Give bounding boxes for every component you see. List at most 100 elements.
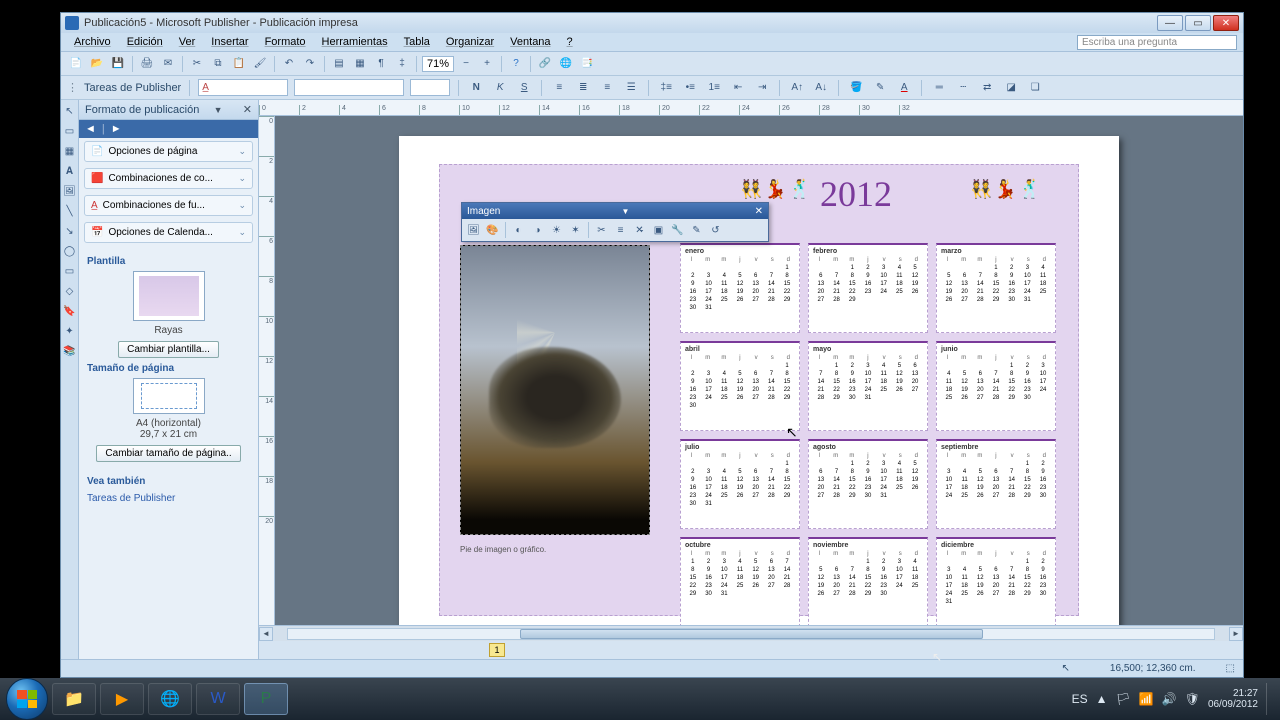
- zoom-in-icon[interactable]: +: [478, 55, 496, 73]
- rect-tool-icon[interactable]: ▭: [63, 264, 77, 278]
- save-icon[interactable]: 💾: [109, 55, 127, 73]
- mail-icon[interactable]: ✉: [159, 55, 177, 73]
- month-diciembre[interactable]: diciembrelmmjvsd 12345678910111213141516…: [936, 537, 1056, 625]
- item-library-icon[interactable]: 📚: [63, 344, 77, 358]
- reset-picture-icon[interactable]: ↺: [707, 222, 724, 239]
- taskbar-media-icon[interactable]: ▶: [100, 683, 144, 715]
- picture-toolbar[interactable]: Imagen ▼ ✕ 🖼 🎨 ◐ ◑ ☀ ✶ ✂ ≡ ✕̵ ▣ 🔧 ✎ ↺: [461, 202, 769, 242]
- oval-tool-icon[interactable]: ◯: [63, 244, 77, 258]
- more-brightness-icon[interactable]: ☀: [548, 222, 565, 239]
- research-icon[interactable]: 📑: [578, 55, 596, 73]
- color-icon[interactable]: 🎨: [484, 222, 501, 239]
- pagesize-thumbnail[interactable]: [133, 378, 205, 414]
- align-center-icon[interactable]: ≣: [574, 79, 592, 97]
- page-area[interactable]: 2012 👯💃🕺 👯💃🕺 Pie de imagen o gráfico. en…: [275, 116, 1243, 625]
- month-enero[interactable]: enerolmmjvsd 123456789101112131415161718…: [680, 243, 800, 333]
- template-thumbnail[interactable]: [133, 271, 205, 321]
- italic-icon[interactable]: K: [491, 79, 509, 97]
- less-contrast-icon[interactable]: ◑: [529, 222, 546, 239]
- tray-lang[interactable]: ES: [1072, 692, 1088, 706]
- nav-fwd-icon[interactable]: ►: [111, 123, 122, 135]
- menu-formato[interactable]: Formato: [258, 34, 313, 50]
- line-border-icon[interactable]: ≡: [612, 222, 629, 239]
- page-tab-1[interactable]: 1: [489, 643, 505, 657]
- wordart-tool-icon[interactable]: 𝐀: [63, 164, 77, 178]
- tray-clock[interactable]: 21:27 06/09/2012: [1208, 688, 1258, 710]
- section-font-schemes[interactable]: A̲Combinaciones de fu...⌄: [84, 195, 253, 216]
- month-julio[interactable]: juliolmmjvsd 123456789101112131415161718…: [680, 439, 800, 529]
- link-icon[interactable]: 🔗: [536, 55, 554, 73]
- indent-icon[interactable]: ⇥: [753, 79, 771, 97]
- arrow-style-icon[interactable]: ⇄: [978, 79, 996, 97]
- taskpane-close-icon[interactable]: ✕: [243, 103, 252, 116]
- section-calendar-options[interactable]: 📅Opciones de Calenda...⌄: [84, 222, 253, 243]
- shadow-icon[interactable]: ◪: [1002, 79, 1020, 97]
- dash-style-icon[interactable]: ┄: [954, 79, 972, 97]
- line-style-icon[interactable]: ═: [930, 79, 948, 97]
- toolbar-close-icon[interactable]: ✕: [755, 206, 763, 217]
- tray-shield-icon[interactable]: 🛡: [1185, 692, 1200, 706]
- new-icon[interactable]: 📄: [67, 55, 85, 73]
- align-left-icon[interactable]: ≡: [550, 79, 568, 97]
- start-button[interactable]: [6, 678, 48, 720]
- picture-tool-icon[interactable]: 🖼: [63, 184, 77, 198]
- vertical-ruler[interactable]: 02468101214161820: [259, 116, 275, 625]
- change-pagesize-button[interactable]: Cambiar tamaño de página..: [96, 445, 240, 462]
- change-template-button[interactable]: Cambiar plantilla...: [118, 341, 219, 358]
- arrow-tool-icon[interactable]: ↘: [63, 224, 77, 238]
- scroll-right-icon[interactable]: ►: [1229, 627, 1243, 641]
- grip-icon[interactable]: ⋮: [67, 81, 78, 94]
- print-icon[interactable]: 🖨: [138, 55, 156, 73]
- cut-icon[interactable]: ✂: [188, 55, 206, 73]
- text-wrap-icon[interactable]: ▣: [650, 222, 667, 239]
- menu-ventana[interactable]: Ventana: [503, 34, 557, 50]
- month-octubre[interactable]: octubrelmmjvsd12345678910111213141516171…: [680, 537, 800, 625]
- section-page-options[interactable]: 📄Opciones de página⌄: [84, 141, 253, 162]
- table-tool-icon[interactable]: ▦: [63, 144, 77, 158]
- month-mayo[interactable]: mayolmmjvsd 1234567891011121314151617181…: [808, 341, 928, 431]
- open-icon[interactable]: 📂: [88, 55, 106, 73]
- justify-icon[interactable]: ☰: [622, 79, 640, 97]
- line-spacing-icon[interactable]: ‡≡: [657, 79, 675, 97]
- line-tool-icon[interactable]: ╲: [63, 204, 77, 218]
- underline-icon[interactable]: S: [515, 79, 533, 97]
- month-noviembre[interactable]: noviembrelmmjvsd 12345678910111213141516…: [808, 537, 928, 625]
- outdent-icon[interactable]: ⇤: [729, 79, 747, 97]
- month-abril[interactable]: abrillmmjvsd 123456789101112131415161718…: [680, 341, 800, 431]
- format-painter-icon[interactable]: 🖌: [251, 55, 269, 73]
- close-button[interactable]: ✕: [1213, 15, 1239, 31]
- bring-front-icon[interactable]: ▤: [330, 55, 348, 73]
- paste-icon[interactable]: 📋: [230, 55, 248, 73]
- month-marzo[interactable]: marzolmmjvsd 123456789101112131415161718…: [936, 243, 1056, 333]
- redo-icon[interactable]: ↷: [301, 55, 319, 73]
- format-picture-icon[interactable]: 🔧: [669, 222, 686, 239]
- fill-color-icon[interactable]: 🪣: [847, 79, 865, 97]
- menu-herramientas[interactable]: Herramientas: [315, 34, 395, 50]
- nav-back-icon[interactable]: ◄: [85, 123, 96, 135]
- menu-archivo[interactable]: Archivo: [67, 34, 118, 50]
- help-search-input[interactable]: Escriba una pregunta: [1077, 35, 1237, 50]
- bold-icon[interactable]: N: [467, 79, 485, 97]
- menu-edicion[interactable]: Edición: [120, 34, 170, 50]
- help-icon[interactable]: ?: [507, 55, 525, 73]
- bookmark-tool-icon[interactable]: 🔖: [63, 304, 77, 318]
- tasks-label[interactable]: Tareas de Publisher: [84, 82, 181, 94]
- menu-insertar[interactable]: Insertar: [204, 34, 255, 50]
- more-contrast-icon[interactable]: ◐: [510, 222, 527, 239]
- month-agosto[interactable]: agostolmmjvsd 12345678910111213141516171…: [808, 439, 928, 529]
- minimize-button[interactable]: —: [1157, 15, 1183, 31]
- menu-help[interactable]: ?: [560, 34, 580, 50]
- numbering-icon[interactable]: 1≡: [705, 79, 723, 97]
- taskbar-word-icon[interactable]: W: [196, 683, 240, 715]
- font-color-icon[interactable]: A: [895, 79, 913, 97]
- horizontal-ruler[interactable]: 02468101214161820222426283032: [259, 100, 1243, 116]
- taskpane-dropdown-icon[interactable]: ▼: [214, 105, 223, 115]
- horizontal-scrollbar[interactable]: ◄ ►: [259, 625, 1243, 641]
- line-color-icon[interactable]: ✎: [871, 79, 889, 97]
- taskbar-publisher-icon[interactable]: P: [244, 683, 288, 715]
- taskbar-chrome-icon[interactable]: 🌐: [148, 683, 192, 715]
- align-right-icon[interactable]: ≡: [598, 79, 616, 97]
- pilcrow-icon[interactable]: ¶: [372, 55, 390, 73]
- web-preview-icon[interactable]: 🌐: [557, 55, 575, 73]
- grow-font-icon[interactable]: A↑: [788, 79, 806, 97]
